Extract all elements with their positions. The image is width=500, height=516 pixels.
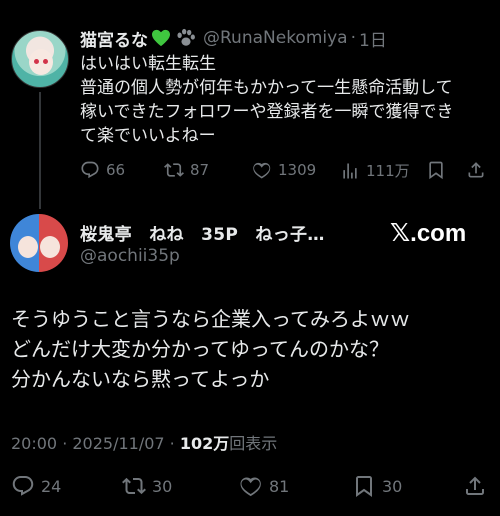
reply-icon bbox=[12, 476, 34, 496]
avatar-face bbox=[29, 49, 53, 75]
separator-dot: · bbox=[57, 434, 73, 453]
text-line: 普通の個人勢が何年もかかって一生懸命活動して bbox=[80, 78, 453, 98]
views-button[interactable]: 111万 bbox=[340, 160, 410, 181]
parent-tweet-text: はいはい転生転生 普通の個人勢が何年もかかって一生懸命活動して 稼いできたフォロ… bbox=[80, 52, 490, 148]
heart-icon bbox=[240, 477, 261, 497]
bookmark-button[interactable] bbox=[426, 160, 446, 180]
like-count: 1309 bbox=[278, 161, 317, 179]
main-tweet-text: そうゆうこと言うなら企業入ってみろよｗｗ どんだけ大変か分かってゆってんのかな？… bbox=[11, 304, 491, 394]
like-button[interactable]: 81 bbox=[239, 474, 289, 498]
parent-header: 猫宮るな @RunaNekomiya · 1日 bbox=[80, 25, 387, 51]
separator-dot: · bbox=[350, 28, 356, 48]
text-line: はいはい転生転生 bbox=[80, 54, 216, 74]
avatar-face-left bbox=[18, 236, 38, 258]
green-heart-icon bbox=[152, 29, 170, 47]
paw-print-icon bbox=[177, 28, 195, 46]
parent-display-name[interactable]: 猫宮るな bbox=[80, 26, 148, 51]
parent-avatar[interactable] bbox=[11, 30, 69, 88]
repost-count: 87 bbox=[190, 161, 210, 179]
text-line: どんだけ大変か分かってゆってんのかな？ bbox=[11, 337, 389, 361]
views-chart-icon bbox=[343, 163, 357, 178]
text-line: 分かんないなら黙ってよっか bbox=[11, 367, 270, 391]
post-time[interactable]: 20:00 bbox=[11, 434, 57, 453]
bookmark-icon bbox=[356, 476, 372, 497]
parent-tweet[interactable]: 猫宮るな @RunaNekomiya · 1日 はいはい転生転生 普通の個人勢が… bbox=[0, 0, 500, 209]
main-avatar[interactable] bbox=[10, 214, 68, 272]
share-icon bbox=[468, 162, 484, 178]
text-line: そうゆうこと言うなら企業入ってみろよｗｗ bbox=[11, 307, 410, 331]
like-button[interactable]: 1309 bbox=[252, 160, 316, 180]
post-date[interactable]: 2025/11/07 bbox=[72, 434, 164, 453]
share-icon bbox=[466, 476, 484, 495]
reply-button[interactable]: 66 bbox=[80, 160, 125, 180]
x-logo-icon: 𝕏 bbox=[390, 218, 411, 247]
repost-count: 30 bbox=[152, 476, 173, 496]
share-button[interactable] bbox=[463, 474, 487, 498]
like-count: 81 bbox=[269, 476, 290, 496]
view-label: 回表示 bbox=[229, 434, 278, 453]
thread-line bbox=[39, 92, 41, 209]
bookmark-icon bbox=[429, 161, 443, 180]
xcom-watermark: 𝕏.com bbox=[390, 218, 466, 248]
repost-icon bbox=[122, 477, 146, 495]
reply-icon bbox=[81, 161, 99, 179]
heart-icon bbox=[253, 162, 271, 179]
avatar-face-right bbox=[40, 236, 60, 258]
separator-dot: · bbox=[164, 434, 180, 453]
views-count: 111万 bbox=[366, 162, 410, 180]
repost-icon bbox=[164, 163, 184, 177]
parent-timestamp[interactable]: 1日 bbox=[359, 26, 387, 51]
view-count: 102万 bbox=[179, 434, 230, 453]
parent-handle[interactable]: @RunaNekomiya bbox=[203, 28, 348, 48]
bookmark-count: 30 bbox=[382, 476, 403, 496]
main-display-name[interactable]: 桜鬼亭 ねね 35P ねっ子… bbox=[80, 220, 325, 245]
main-handle[interactable]: @aochii35p bbox=[80, 246, 180, 266]
text-line: 稼いできたフォロワーや登録者を一瞬で獲得でき bbox=[80, 102, 454, 122]
avatar-eye-right bbox=[43, 59, 48, 64]
reply-count: 24 bbox=[41, 476, 62, 496]
bookmark-button[interactable]: 30 bbox=[352, 474, 402, 498]
reply-button[interactable]: 24 bbox=[11, 474, 61, 498]
main-action-bar: 24 30 81 30 bbox=[0, 474, 500, 500]
reply-count: 66 bbox=[106, 161, 126, 179]
watermark-text: .com bbox=[410, 220, 467, 247]
parent-action-bar: 66 87 1309 111万 bbox=[80, 160, 490, 184]
repost-button[interactable]: 30 bbox=[122, 474, 172, 498]
share-button[interactable] bbox=[466, 160, 486, 180]
avatar-eye-left bbox=[34, 59, 39, 64]
repost-button[interactable]: 87 bbox=[164, 160, 209, 180]
tweet-meta: 20:00 · 2025/11/07 · 102万回表示 bbox=[11, 430, 277, 454]
text-line: て楽でいいよねー bbox=[80, 126, 216, 146]
